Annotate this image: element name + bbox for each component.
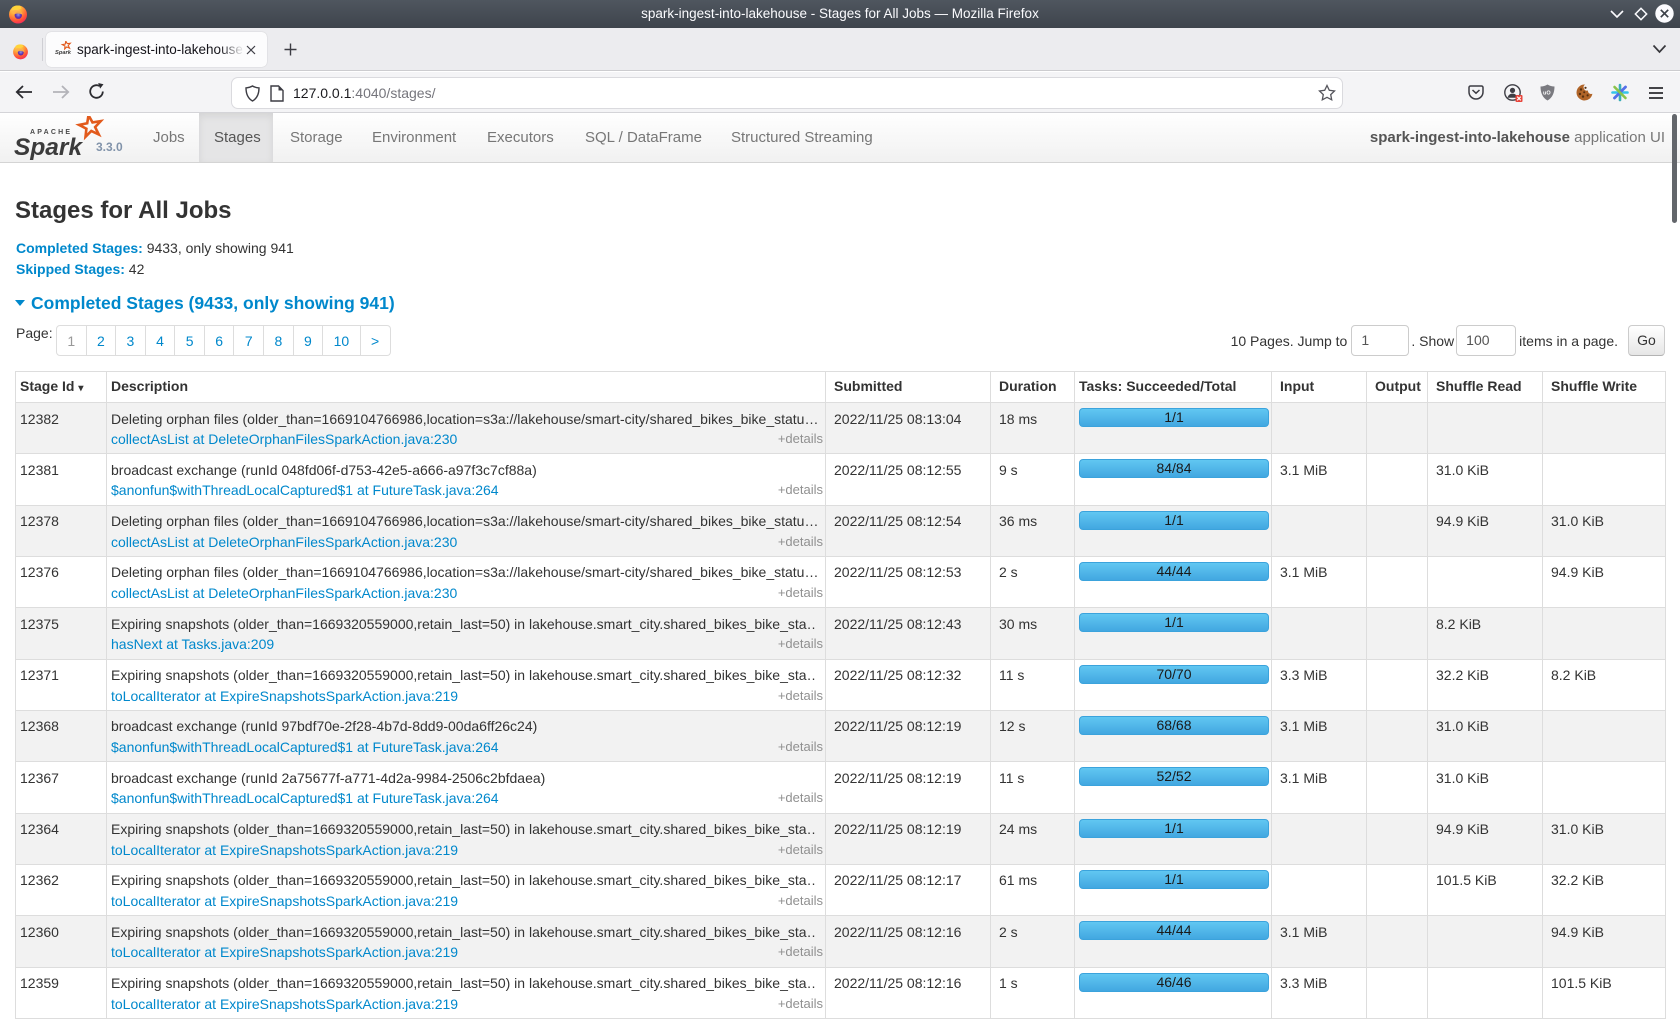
svg-text:Spark: Spark	[55, 50, 72, 56]
svg-text:uO: uO	[1543, 91, 1551, 97]
svg-text:Spark: Spark	[14, 134, 83, 161]
